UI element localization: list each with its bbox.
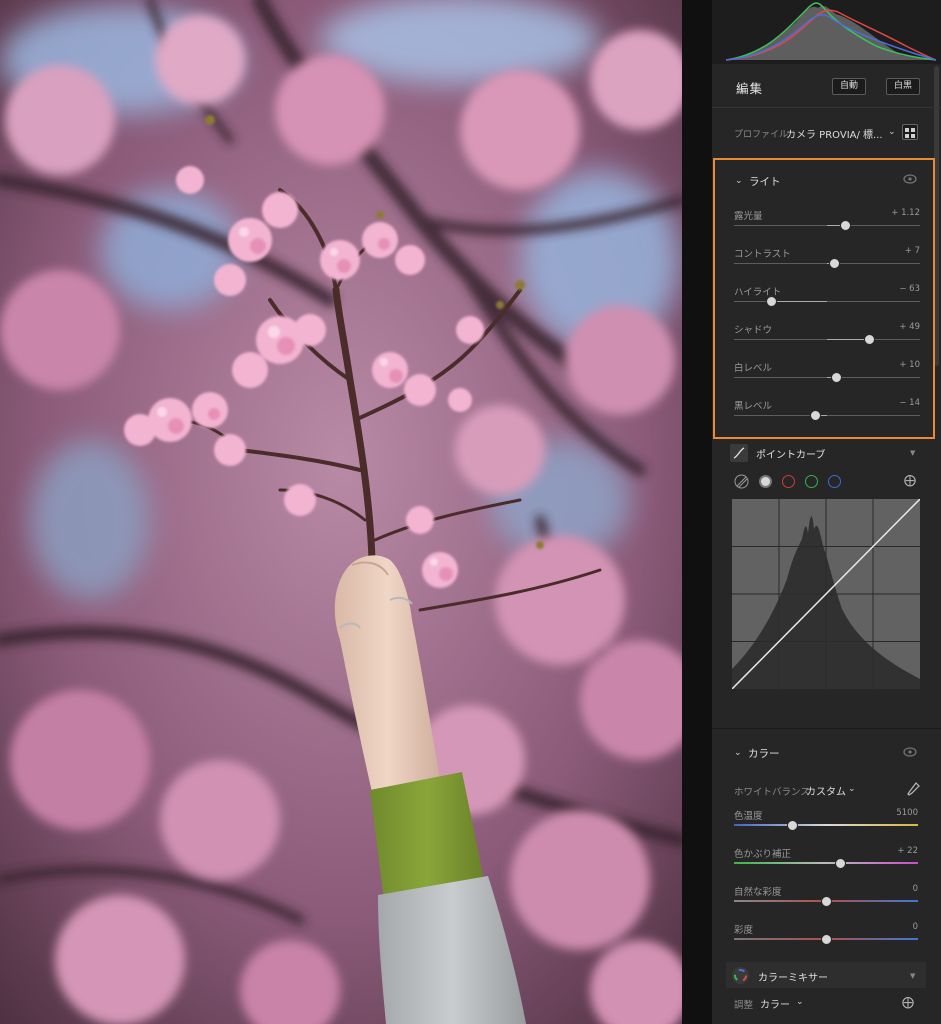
slider-track[interactable] bbox=[734, 301, 920, 302]
slider-color-sliders-1[interactable]: 色かぶり補正 + 22 bbox=[734, 846, 918, 882]
slider-label: 色温度 bbox=[734, 811, 763, 822]
slider-label: シャドウ bbox=[734, 325, 773, 336]
slider-light-sliders-4[interactable]: 白レベル + 10 bbox=[734, 360, 920, 396]
rgb-channel-button[interactable] bbox=[759, 475, 772, 488]
target-adjust-icon[interactable]: ⨁ bbox=[904, 473, 916, 487]
slider-thumb[interactable] bbox=[835, 858, 847, 869]
slider-value[interactable]: + 22 bbox=[897, 846, 918, 856]
slider-color-sliders-2[interactable]: 自然な彩度 0 bbox=[734, 884, 918, 920]
mixer-target-adjust-icon[interactable]: ⨁ bbox=[902, 995, 914, 1009]
adjust-row: 調整 カラー ⌄ ⨁ bbox=[734, 994, 924, 1014]
slider-thumb[interactable] bbox=[820, 934, 832, 945]
slider-thumb[interactable] bbox=[828, 258, 840, 269]
red-channel-button[interactable] bbox=[782, 475, 795, 488]
blue-channel-button[interactable] bbox=[828, 475, 841, 488]
slider-label: 自然な彩度 bbox=[734, 887, 782, 898]
adjust-label: 調整 bbox=[734, 1000, 754, 1011]
color-mixer-title[interactable]: カラーミキサー bbox=[758, 969, 828, 984]
slider-value[interactable]: + 7 bbox=[905, 246, 920, 256]
slider-fill bbox=[771, 301, 827, 302]
point-curve-header: ポイントカーブ ▼ bbox=[712, 440, 941, 466]
slider-value[interactable]: 5100 bbox=[896, 808, 918, 818]
white-balance-dropdown[interactable]: カスタム bbox=[806, 783, 846, 798]
slider-value[interactable]: 0 bbox=[913, 922, 918, 932]
slider-track[interactable] bbox=[734, 862, 918, 864]
slider-light-sliders-5[interactable]: 黒レベル − 14 bbox=[734, 398, 920, 434]
slider-light-sliders-1[interactable]: コントラスト + 7 bbox=[734, 246, 920, 282]
dropdown-arrow-icon[interactable]: ▼ bbox=[910, 449, 915, 457]
slider-value[interactable]: − 14 bbox=[899, 398, 920, 408]
visibility-eye-icon[interactable] bbox=[903, 174, 917, 187]
eyedropper-icon[interactable] bbox=[906, 782, 920, 802]
panel-gutter bbox=[682, 0, 712, 1024]
collapse-arrow-icon[interactable]: ⌄ bbox=[735, 176, 743, 186]
slider-thumb[interactable] bbox=[765, 296, 777, 307]
slider-track[interactable] bbox=[734, 415, 920, 416]
wb-chevron-down-icon[interactable]: ⌄ bbox=[848, 784, 856, 794]
slider-light-sliders-0[interactable]: 露光量 + 1.12 bbox=[734, 208, 920, 244]
color-title[interactable]: カラー bbox=[748, 746, 780, 761]
point-curve-title[interactable]: ポイントカーブ bbox=[756, 446, 825, 461]
slider-label: 黒レベル bbox=[734, 401, 773, 412]
slider-value[interactable]: − 63 bbox=[899, 284, 920, 294]
profile-browser-icon[interactable] bbox=[902, 124, 918, 140]
slider-label: 彩度 bbox=[734, 925, 754, 936]
chevron-down-icon[interactable]: ⌄ bbox=[888, 127, 896, 137]
slider-light-sliders-3[interactable]: シャドウ + 49 bbox=[734, 322, 920, 358]
slider-color-sliders-3[interactable]: 彩度 0 bbox=[734, 922, 918, 958]
slider-light-sliders-2[interactable]: ハイライト − 63 bbox=[734, 284, 920, 320]
edit-panel: 編集 自動 白黒 プロファイル カメラ PROVIA/ 標... ⌄ ⌄ ライト… bbox=[712, 0, 941, 1024]
auto-button[interactable]: 自動 bbox=[832, 78, 867, 95]
mixer-dropdown-arrow-icon[interactable]: ▼ bbox=[910, 972, 915, 980]
light-section: ⌄ ライト 露光量 + 1.12 コントラスト + 7 ハイライト − 63 シャドウ + 4… bbox=[713, 158, 935, 439]
edit-title: 編集 bbox=[736, 81, 764, 96]
profile-row: プロファイル カメラ PROVIA/ 標... ⌄ bbox=[712, 118, 941, 148]
slider-thumb[interactable] bbox=[810, 410, 822, 421]
adjust-chevron-down-icon[interactable]: ⌄ bbox=[796, 997, 804, 1007]
photo-image bbox=[0, 0, 682, 1024]
green-channel-button[interactable] bbox=[805, 475, 818, 488]
slider-color-sliders-0[interactable]: 色温度 5100 bbox=[734, 808, 918, 844]
slider-value[interactable]: + 10 bbox=[899, 360, 920, 370]
bw-button[interactable]: 白黒 bbox=[886, 78, 921, 95]
slider-label: コントラスト bbox=[734, 249, 791, 260]
slider-thumb[interactable] bbox=[787, 820, 799, 831]
color-wheel-icon[interactable] bbox=[732, 967, 749, 984]
slider-value[interactable]: + 49 bbox=[899, 322, 920, 332]
slider-value[interactable]: 0 bbox=[913, 884, 918, 894]
slider-thumb[interactable] bbox=[864, 334, 876, 345]
slider-value[interactable]: + 1.12 bbox=[891, 208, 920, 218]
parametric-curve-icon[interactable] bbox=[734, 474, 749, 489]
curve-channel-row: ⨁ bbox=[712, 472, 941, 492]
slider-label: 色かぶり補正 bbox=[734, 849, 792, 860]
curve-icon[interactable] bbox=[730, 444, 748, 462]
slider-thumb[interactable] bbox=[820, 896, 832, 907]
color-collapse-arrow-icon[interactable]: ⌄ bbox=[734, 748, 742, 758]
white-balance-row: ホワイトバランス カスタム ⌄ bbox=[734, 782, 924, 800]
slider-thumb[interactable] bbox=[830, 372, 842, 383]
profile-dropdown[interactable]: カメラ PROVIA/ 標... bbox=[786, 126, 883, 141]
photo-canvas[interactable] bbox=[0, 0, 682, 1024]
color-visibility-eye-icon[interactable] bbox=[903, 747, 917, 760]
tone-curve-svg bbox=[732, 499, 920, 689]
histogram-graph bbox=[726, 2, 936, 61]
profile-label: プロファイル bbox=[734, 130, 789, 140]
tone-curve-graph[interactable] bbox=[732, 499, 920, 689]
light-title[interactable]: ライト bbox=[749, 174, 781, 189]
section-divider bbox=[712, 728, 941, 729]
adjust-dropdown[interactable]: カラー bbox=[760, 996, 790, 1011]
white-balance-label: ホワイトバランス bbox=[734, 787, 810, 798]
color-mixer-header: カラーミキサー ▼ bbox=[726, 962, 926, 988]
slider-thumb[interactable] bbox=[840, 220, 852, 231]
edit-header: 編集 自動 白黒 bbox=[712, 68, 941, 108]
histogram[interactable] bbox=[712, 0, 941, 64]
slider-label: 白レベル bbox=[734, 363, 773, 374]
slider-track[interactable] bbox=[734, 824, 918, 826]
slider-label: 露光量 bbox=[734, 211, 763, 222]
